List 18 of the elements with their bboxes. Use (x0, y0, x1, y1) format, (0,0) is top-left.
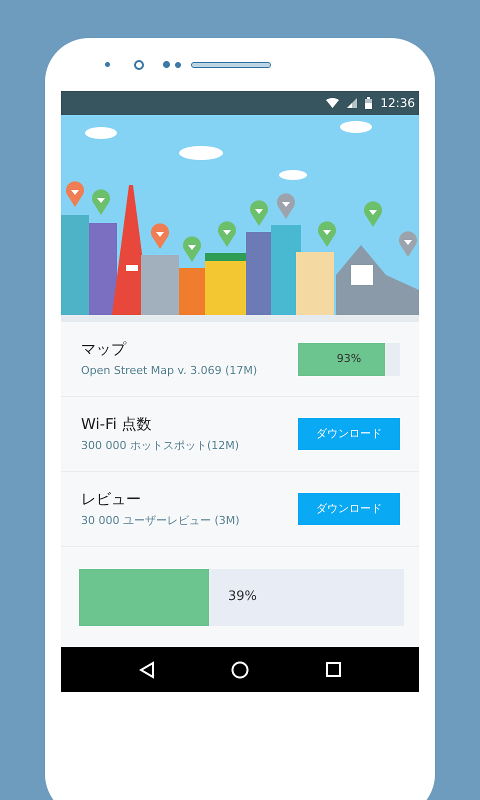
progress-percent: 93% (336, 350, 362, 367)
download-button[interactable]: ダウンロード (298, 493, 400, 525)
item-subtitle: 30 000 ユーザーレビュー (3M) (81, 514, 240, 528)
home-icon[interactable] (231, 660, 250, 678)
total-progress-percent: 39% (228, 588, 257, 606)
item-title: Wi-Fi 点数 (81, 415, 153, 434)
download-button[interactable]: ダウンロード (298, 418, 400, 450)
recent-apps-icon[interactable] (326, 662, 341, 677)
camera-lens (134, 60, 144, 70)
wifi-icon (326, 98, 340, 108)
item-subtitle: Open Street Map v. 3.069 (17M) (81, 364, 258, 378)
battery-icon (365, 97, 372, 109)
back-icon[interactable] (139, 660, 156, 678)
status-time: 12:36 (380, 95, 415, 112)
item-title: レビュー (81, 490, 142, 509)
signal-icon (347, 98, 358, 108)
item-subtitle: 300 000 ホットスポット(12M) (81, 439, 240, 453)
item-title: マップ (81, 340, 128, 359)
